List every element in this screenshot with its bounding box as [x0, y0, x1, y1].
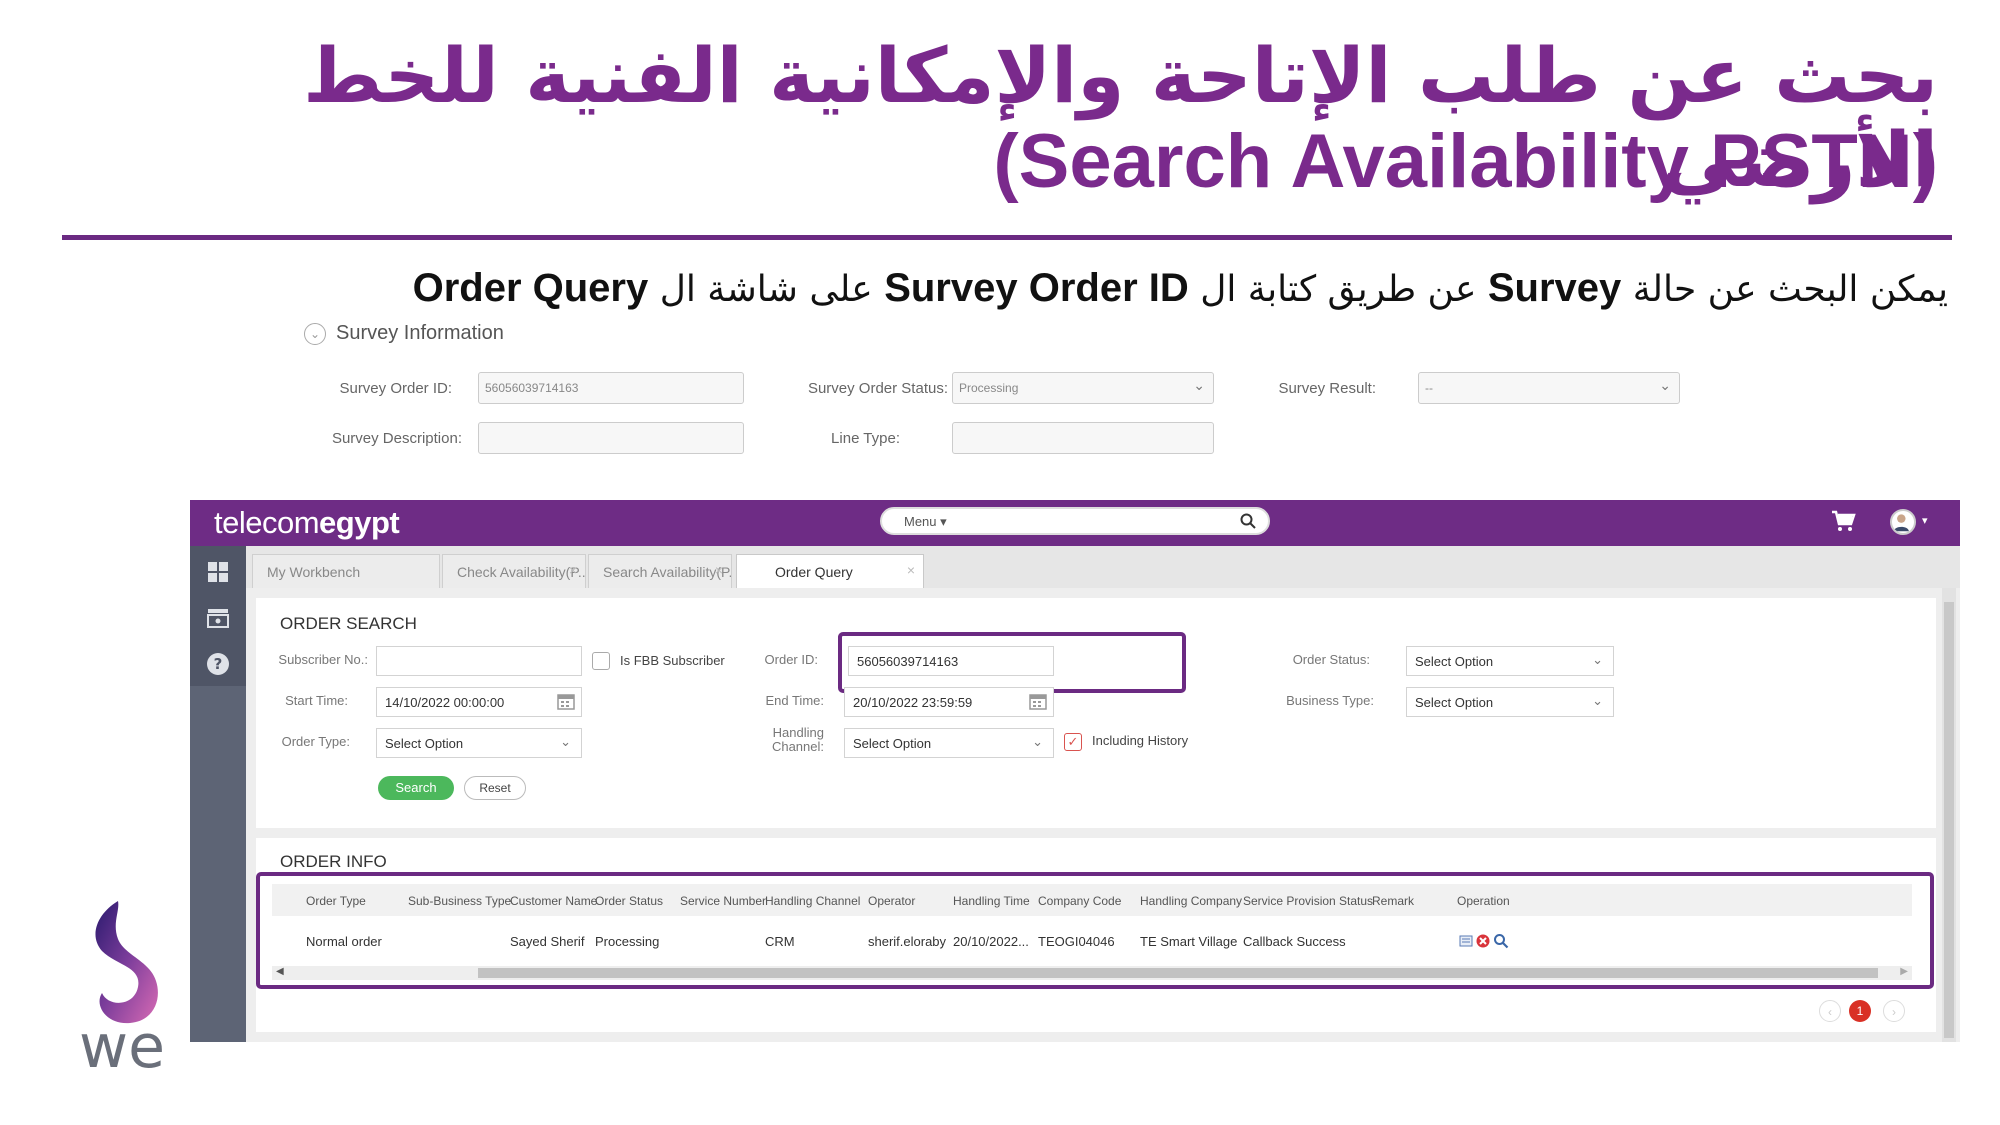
business-type-label: Business Type:	[1286, 693, 1374, 708]
order-search-title: ORDER SEARCH	[280, 614, 417, 633]
close-tab-icon[interactable]: ×	[907, 562, 915, 578]
chevron-down-icon: ⌄	[1592, 652, 1603, 667]
order-info-panel: ORDER INFO Order Type Sub-Business Type …	[256, 838, 1936, 1032]
order-info-highlight-box	[256, 872, 1934, 989]
we-logo-text: we	[79, 1012, 165, 1075]
survey-order-id-value: 56056039714163	[485, 381, 579, 395]
scrollbar-thumb[interactable]	[1944, 602, 1954, 1038]
we-logo-mark: we	[79, 901, 165, 1082]
menu-label[interactable]: Menu ▾	[904, 514, 947, 530]
survey-information-header[interactable]: ⌄ Survey Information	[304, 322, 504, 345]
calendar-icon[interactable]	[1029, 693, 1047, 710]
desc-text-1: يمكن البحث عن حالة	[1621, 269, 1948, 310]
workbench-grid-icon[interactable]	[190, 548, 246, 596]
including-history-checkbox[interactable]: ✓	[1064, 733, 1082, 751]
chevron-down-icon: ⌄	[1592, 693, 1603, 708]
svg-text:?: ?	[214, 655, 223, 673]
tab-order-query[interactable]: Order Query ×	[736, 554, 924, 590]
pagination-prev-button[interactable]: ‹	[1819, 1000, 1841, 1022]
desc-term-survey-order-id: Survey Order ID	[884, 266, 1189, 310]
chevron-down-icon: ⌄	[1659, 377, 1671, 393]
survey-result-value: --	[1425, 381, 1433, 395]
desc-text-3: على شاشة ال	[648, 269, 885, 310]
order-id-highlight-box	[838, 632, 1186, 693]
user-avatar[interactable]	[1890, 509, 1916, 535]
calendar-icon[interactable]	[557, 693, 575, 710]
order-type-label: Order Type:	[281, 734, 350, 749]
collapse-chevron-icon[interactable]: ⌄	[304, 322, 326, 345]
start-time-label: Start Time:	[285, 693, 348, 708]
slide-title-english: (Search Availability PSTN)	[993, 119, 1938, 204]
pagination-current-page[interactable]: 1	[1849, 1000, 1871, 1022]
avatar-dropdown-chevron-icon[interactable]: ▾	[1922, 514, 1928, 527]
app-content: ORDER SEARCH Subscriber No.: Is FBB Subs…	[246, 588, 1960, 1042]
reset-button[interactable]: Reset	[464, 776, 526, 800]
inbox-tray-icon[interactable]	[190, 594, 246, 642]
telecom-egypt-app: telecomegypt Menu ▾ ▾ ? My Workbench Che…	[190, 500, 1960, 1042]
title-divider	[62, 235, 1952, 240]
telecom-egypt-logo: telecomegypt	[214, 505, 400, 540]
chevron-down-icon: ⌄	[1193, 377, 1205, 393]
survey-order-status-label: Survey Order Status:	[807, 380, 948, 397]
pagination-next-button[interactable]: ›	[1883, 1000, 1905, 1022]
order-info-title: ORDER INFO	[280, 852, 387, 871]
survey-description-field[interactable]	[478, 422, 744, 454]
end-time-label: End Time:	[765, 693, 824, 708]
app-tab-bar: My Workbench Check Availability(P... × Se…	[246, 546, 1960, 590]
chevron-down-icon: ⌄	[560, 734, 571, 749]
search-icon[interactable]	[1240, 513, 1256, 529]
survey-order-status-value: Processing	[959, 381, 1019, 395]
desc-term-order-query: Order Query	[412, 266, 649, 310]
subscriber-no-input[interactable]	[376, 646, 582, 676]
close-tab-icon[interactable]: ×	[569, 562, 577, 578]
subscriber-no-label: Subscriber No.:	[278, 652, 368, 667]
end-time-input[interactable]: 20/10/2022 23:59:59	[844, 687, 1054, 717]
including-history-label: Including History	[1092, 733, 1189, 748]
desc-text-2: عن طريق كتابة ال	[1188, 269, 1488, 310]
order-search-panel: ORDER SEARCH Subscriber No.: Is FBB Subs…	[256, 598, 1936, 828]
survey-order-status-select[interactable]: Processing ⌄	[952, 372, 1214, 404]
slide-description: يمكن البحث عن حالة Survey عن طريق كتابة …	[248, 262, 1948, 314]
order-status-label: Order Status:	[1292, 652, 1370, 667]
survey-order-id-field[interactable]: 56056039714163	[478, 372, 744, 404]
help-icon[interactable]: ?	[190, 640, 246, 688]
survey-information-panel: ⌄ Survey Information Survey Order ID: 56…	[300, 322, 1700, 462]
desc-term-survey: Survey	[1487, 266, 1622, 310]
we-brand-logo: we	[58, 895, 188, 1082]
survey-description-label: Survey Description:	[331, 430, 462, 447]
handling-channel-select[interactable]: Select Option ⌄	[844, 728, 1054, 758]
survey-order-id-label: Survey Order ID:	[339, 380, 452, 397]
search-button[interactable]: Search	[378, 776, 454, 800]
app-sidebar: ?	[190, 546, 246, 1042]
line-type-field[interactable]	[952, 422, 1214, 454]
business-type-select[interactable]: Select Option ⌄	[1406, 687, 1614, 717]
shopping-cart-icon[interactable]	[1830, 509, 1856, 533]
content-vertical-scrollbar[interactable]	[1942, 588, 1956, 1042]
line-type-label: Line Type:	[831, 430, 900, 447]
chevron-down-icon: ⌄	[1032, 734, 1043, 749]
close-tab-icon[interactable]: ×	[715, 562, 723, 578]
tab-search-availability[interactable]: Search Availability(P... ×	[588, 554, 732, 588]
tab-my-workbench[interactable]: My Workbench	[252, 554, 440, 588]
fbb-subscriber-checkbox[interactable]	[592, 652, 610, 670]
survey-result-select[interactable]: -- ⌄	[1418, 372, 1680, 404]
start-time-input[interactable]: 14/10/2022 00:00:00	[376, 687, 582, 717]
order-id-label: Order ID:	[764, 652, 818, 667]
fbb-subscriber-label: Is FBB Subscriber	[620, 653, 725, 668]
survey-information-title: Survey Information	[336, 322, 504, 344]
tab-check-availability[interactable]: Check Availability(P... ×	[442, 554, 586, 588]
order-type-select[interactable]: Select Option ⌄	[376, 728, 582, 758]
survey-result-label: Survey Result:	[1278, 380, 1376, 397]
order-status-select[interactable]: Select Option ⌄	[1406, 646, 1614, 676]
menu-search-bar[interactable]: Menu ▾	[880, 507, 1270, 535]
app-topbar: telecomegypt Menu ▾ ▾	[190, 500, 1960, 546]
handling-channel-label: Handling Channel:	[771, 725, 824, 755]
